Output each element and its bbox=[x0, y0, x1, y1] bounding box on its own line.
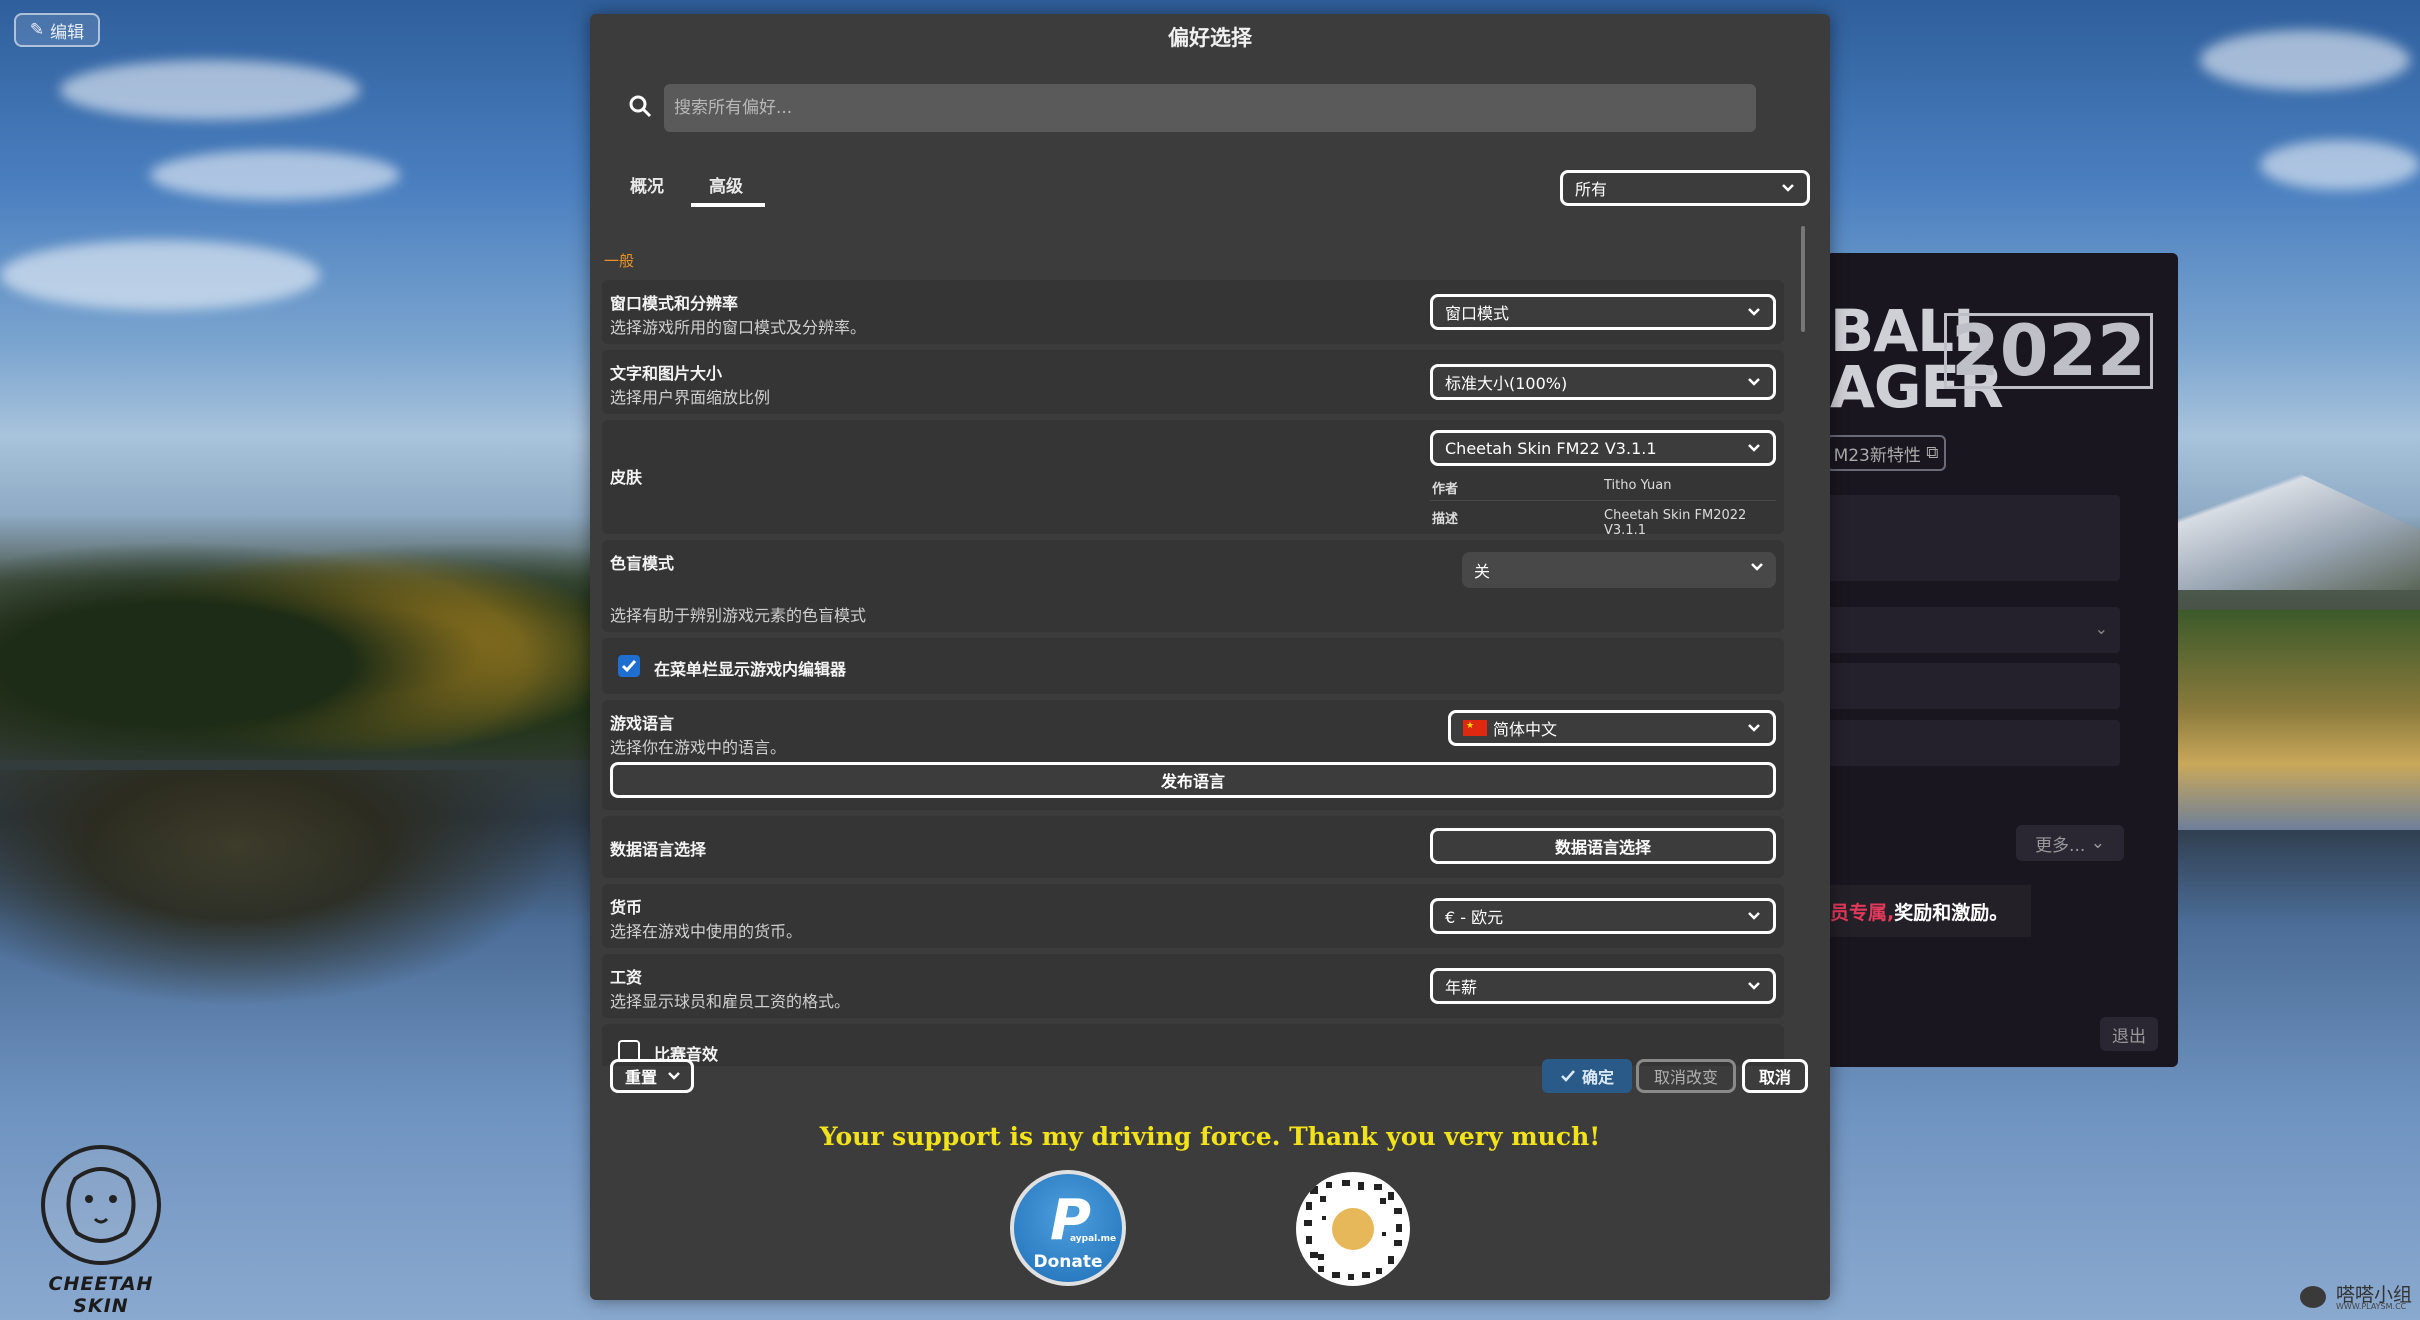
watermark: 嗒嗒小组 WWW.PLAYSM.CC bbox=[2296, 1280, 2416, 1314]
background-app-window: BALL AGER 2022 M23新特性 ⧉ ⌄ 更多... ⌄ 员专属, 奖励和… bbox=[1826, 253, 2178, 1067]
setting-row-game-language: 游戏语言 选择你在游戏中的语言。 ★ 简体中文 发布语言 bbox=[602, 700, 1784, 810]
setting-subtitle: 选择用户界面缩放比例 bbox=[610, 388, 771, 407]
brand-year: 2022 bbox=[1944, 313, 2153, 389]
game-language-dropdown[interactable]: ★ 简体中文 bbox=[1448, 710, 1776, 746]
promo-banner: 员专属, 奖励和激励。 bbox=[1826, 885, 2031, 937]
more-button[interactable]: 更多... ⌄ bbox=[2016, 825, 2124, 861]
ok-button[interactable]: 确定 bbox=[1542, 1059, 1632, 1093]
setting-subtitle: 选择游戏所用的窗口模式及分辨率。 bbox=[610, 318, 867, 337]
qr-center-logo-icon bbox=[1332, 1208, 1374, 1250]
currency-dropdown[interactable]: € - 欧元 bbox=[1430, 898, 1776, 934]
donation-qr-code bbox=[1296, 1172, 1410, 1286]
chevron-down-icon bbox=[1748, 444, 1760, 452]
active-tab-indicator bbox=[691, 203, 765, 207]
trees-scenery bbox=[0, 520, 590, 760]
section-header-general: 一般 bbox=[604, 252, 635, 270]
edit-button[interactable]: ✎ 编辑 bbox=[14, 13, 100, 47]
colorblind-dropdown[interactable]: 关 bbox=[1462, 552, 1776, 588]
text-size-dropdown[interactable]: 标准大小(100%) bbox=[1430, 364, 1776, 400]
dialog-title: 偏好选择 bbox=[1168, 26, 1252, 50]
setting-subtitle: 选择有助于辨别游戏元素的色盲模式 bbox=[610, 606, 867, 625]
settings-list: 一般 窗口模式和分辨率 选择游戏所用的窗口模式及分辨率。 窗口模式 文字和图片大… bbox=[602, 236, 1798, 1066]
setting-row-currency: 货币 选择在游戏中使用的货币。 € - 欧元 bbox=[602, 884, 1784, 948]
setting-title: 皮肤 bbox=[610, 468, 643, 487]
tab-overview[interactable]: 概况 bbox=[630, 172, 664, 197]
chevron-down-icon bbox=[1748, 724, 1760, 732]
lake-reflection bbox=[0, 770, 590, 1020]
setting-title: 游戏语言 bbox=[610, 714, 675, 733]
chevron-down-icon bbox=[1751, 563, 1763, 571]
setting-subtitle: 选择显示球员和雇员工资的格式。 bbox=[610, 992, 851, 1011]
search-icon bbox=[629, 95, 652, 118]
cheetah-icon bbox=[41, 1145, 161, 1265]
external-link-icon: ⧉ bbox=[1926, 443, 1939, 463]
chevron-down-icon: ⌄ bbox=[2090, 833, 2105, 853]
chevron-down-icon bbox=[1748, 378, 1760, 386]
show-editor-checkbox[interactable] bbox=[618, 655, 640, 677]
chevron-down-icon bbox=[1748, 912, 1760, 920]
paypal-donate-button[interactable]: P aypal.me Donate bbox=[1010, 1170, 1126, 1286]
cancel-button[interactable]: 取消 bbox=[1742, 1059, 1808, 1093]
skin-description-value: Cheetah Skin FM2022 V3.1.1 bbox=[1604, 508, 1747, 538]
setting-title: 数据语言选择 bbox=[610, 840, 707, 859]
setting-subtitle: 选择在游戏中使用的货币。 bbox=[610, 922, 803, 941]
watermark-icon bbox=[2300, 1286, 2326, 1308]
chevron-down-icon bbox=[1748, 982, 1760, 990]
setting-row-skin: 皮肤 Cheetah Skin FM22 V3.1.1 作者 Titho Yua… bbox=[602, 420, 1784, 538]
setting-row-text-size: 文字和图片大小 选择用户界面缩放比例 标准大小(100%) bbox=[602, 350, 1784, 414]
setting-title: 货币 bbox=[610, 898, 643, 917]
bg-dropdown[interactable]: ⌄ bbox=[1826, 607, 2120, 653]
preferences-dialog: 偏好选择 搜索所有偏好... 概况 高级 所有 一般 窗口模式和分辨率 选择游戏… bbox=[590, 14, 1830, 1300]
exit-button[interactable]: 退出 bbox=[2100, 1017, 2158, 1051]
bg-field[interactable] bbox=[1826, 720, 2120, 766]
skin-author-label: 作者 bbox=[1432, 482, 1459, 497]
chevron-down-icon bbox=[1748, 308, 1760, 316]
cheetah-skin-logo: CHEETAH SKIN bbox=[36, 1145, 166, 1317]
bg-field[interactable] bbox=[1826, 663, 2120, 709]
data-language-button[interactable]: 数据语言选择 bbox=[1430, 828, 1776, 864]
chevron-down-icon: ⌄ bbox=[2094, 619, 2108, 638]
skin-description-label: 描述 bbox=[1432, 512, 1459, 527]
setting-row-data-language: 数据语言选择 数据语言选择 bbox=[602, 816, 1784, 878]
checkmark-icon bbox=[1561, 1070, 1575, 1082]
reset-dropdown-button[interactable]: 重置 bbox=[610, 1059, 694, 1093]
window-mode-dropdown[interactable]: 窗口模式 bbox=[1430, 294, 1776, 330]
tab-advanced[interactable]: 高级 bbox=[709, 172, 743, 197]
search-input[interactable]: 搜索所有偏好... bbox=[664, 84, 1756, 132]
support-message: Your support is my driving force. Thank … bbox=[819, 1122, 1601, 1151]
revert-changes-button[interactable]: 取消改变 bbox=[1636, 1059, 1736, 1093]
setting-title: 工资 bbox=[610, 968, 643, 987]
china-flag-icon: ★ bbox=[1463, 720, 1487, 736]
divider bbox=[1430, 500, 1776, 501]
setting-row-show-editor: 在菜单栏显示游戏内编辑器 bbox=[602, 638, 1784, 694]
setting-title: 色盲模式 bbox=[610, 554, 675, 573]
logo-text: CHEETAH SKIN bbox=[48, 1273, 154, 1317]
edit-icon: ✎ bbox=[29, 20, 45, 40]
donate-label: Donate bbox=[1033, 1252, 1103, 1272]
filter-dropdown[interactable]: 所有 bbox=[1560, 170, 1810, 206]
setting-subtitle: 选择你在游戏中的语言。 bbox=[610, 738, 787, 757]
chevron-down-icon bbox=[1782, 184, 1794, 192]
bg-panel bbox=[1826, 495, 2120, 581]
watermark-url: WWW.PLAYSM.CC bbox=[2336, 1302, 2407, 1311]
setting-row-wage: 工资 选择显示球员和雇员工资的格式。 年薪 bbox=[602, 954, 1784, 1018]
scrollbar[interactable] bbox=[1801, 226, 1805, 332]
wage-dropdown[interactable]: 年薪 bbox=[1430, 968, 1776, 1004]
skin-dropdown[interactable]: Cheetah Skin FM22 V3.1.1 bbox=[1430, 430, 1776, 466]
paypal-url: aypal.me bbox=[1070, 1234, 1117, 1244]
skin-author-value: Titho Yuan bbox=[1604, 478, 1672, 493]
edit-button-label: 编辑 bbox=[50, 22, 85, 43]
setting-row-window-mode: 窗口模式和分辨率 选择游戏所用的窗口模式及分辨率。 窗口模式 bbox=[602, 280, 1784, 344]
chevron-down-icon bbox=[668, 1072, 680, 1080]
release-language-button[interactable]: 发布语言 bbox=[610, 762, 1776, 798]
checkmark-icon bbox=[621, 660, 637, 673]
show-editor-label: 在菜单栏显示游戏内编辑器 bbox=[654, 660, 847, 679]
setting-title: 文字和图片大小 bbox=[610, 364, 723, 383]
new-features-button[interactable]: M23新特性 ⧉ bbox=[1826, 435, 1946, 471]
setting-title: 窗口模式和分辨率 bbox=[610, 294, 739, 313]
setting-row-colorblind: 色盲模式 选择有助于辨别游戏元素的色盲模式 关 bbox=[602, 540, 1784, 632]
